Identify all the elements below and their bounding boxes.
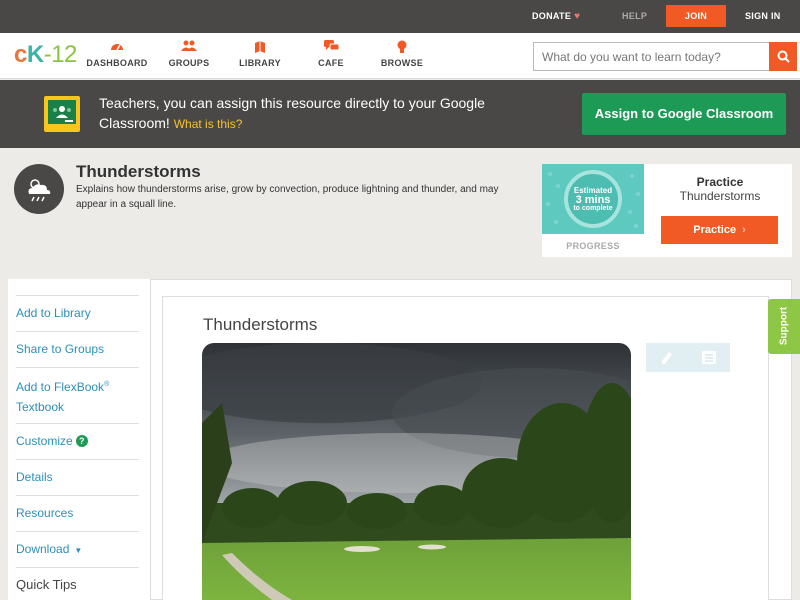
sidebar-quick-tips: Quick Tips bbox=[16, 567, 139, 595]
notes-button[interactable] bbox=[688, 343, 730, 372]
google-classroom-icon bbox=[44, 96, 80, 132]
nav-groups[interactable]: GROUPS bbox=[154, 40, 224, 68]
thunderstorm-photo bbox=[202, 343, 631, 600]
concept-title: Thunderstorms bbox=[76, 162, 201, 181]
concept-description: Explains how thunderstorms arise, grow b… bbox=[76, 184, 499, 210]
pencil-icon bbox=[662, 351, 672, 364]
article-title: Thunderstorms bbox=[203, 315, 318, 334]
join-button[interactable]: JOIN bbox=[666, 5, 726, 27]
sidebar-add-to-flexbook[interactable]: Add to FlexBook® Textbook bbox=[16, 367, 139, 417]
what-is-this-link[interactable]: What is this? bbox=[174, 117, 243, 131]
nav-library[interactable]: LIBRARY bbox=[225, 40, 295, 68]
lightbulb-icon bbox=[367, 40, 437, 56]
ck12-logo[interactable]: cK-12 bbox=[14, 41, 77, 69]
sidebar-download[interactable]: Download ▼ bbox=[16, 531, 139, 561]
search-button[interactable] bbox=[769, 42, 797, 71]
sign-in-link[interactable]: SIGN IN bbox=[745, 0, 781, 33]
dashboard-icon bbox=[82, 40, 152, 56]
sidebar-details[interactable]: Details bbox=[16, 459, 139, 487]
sidebar-add-to-library[interactable]: Add to Library bbox=[16, 295, 139, 323]
assign-google-classroom-button[interactable]: Assign to Google Classroom bbox=[582, 93, 786, 135]
banner-text: Teachers, you can assign this resource d… bbox=[99, 95, 485, 131]
utility-bar: DONATE ♥ HELP JOIN SIGN IN bbox=[0, 0, 800, 33]
practice-button[interactable]: Practice › bbox=[661, 216, 778, 244]
groups-icon bbox=[154, 40, 224, 56]
estimated-time-badge: Estimated 3 mins to complete bbox=[564, 170, 622, 228]
sidebar-customize[interactable]: Customize? bbox=[16, 423, 139, 451]
donate-link[interactable]: DONATE ♥ bbox=[532, 0, 580, 33]
notes-icon bbox=[702, 351, 716, 364]
help-question-icon[interactable]: ? bbox=[75, 435, 88, 447]
library-icon bbox=[225, 40, 295, 56]
caret-down-icon: ▼ bbox=[74, 546, 83, 555]
nav-cafe[interactable]: CAFE bbox=[296, 40, 366, 68]
annotate-button[interactable] bbox=[646, 343, 688, 372]
support-tab[interactable]: Support bbox=[768, 299, 800, 354]
heart-icon: ♥ bbox=[574, 11, 581, 22]
practice-thumbnail[interactable]: Estimated 3 mins to complete bbox=[542, 164, 644, 234]
nav-dashboard[interactable]: DASHBOARD bbox=[82, 40, 152, 68]
search-icon bbox=[777, 50, 790, 63]
chevron-right-icon: › bbox=[742, 224, 746, 236]
nav-browse[interactable]: BROWSE bbox=[367, 40, 437, 68]
chat-bubbles-icon bbox=[296, 40, 366, 56]
google-classroom-banner: Teachers, you can assign this resource d… bbox=[0, 80, 800, 148]
thunderstorm-cloud-icon bbox=[14, 164, 64, 214]
practice-title: Practice bbox=[696, 175, 744, 189]
sidebar-resources[interactable]: Resources bbox=[16, 495, 139, 523]
practice-subtitle: Thunderstorms bbox=[679, 189, 761, 203]
sidebar-share-to-groups[interactable]: Share to Groups bbox=[16, 331, 139, 359]
sidebar: Add to Library Share to Groups Add to Fl… bbox=[8, 279, 151, 600]
search-input[interactable] bbox=[533, 42, 770, 71]
progress-label: PROGRESS bbox=[566, 241, 620, 251]
help-link[interactable]: HELP bbox=[622, 0, 647, 33]
main-navbar: cK-12 DASHBOARD GROUPS LIBRARY CAFE BROW… bbox=[0, 33, 800, 79]
practice-card: Estimated 3 mins to complete PROGRESS Pr… bbox=[542, 164, 792, 257]
